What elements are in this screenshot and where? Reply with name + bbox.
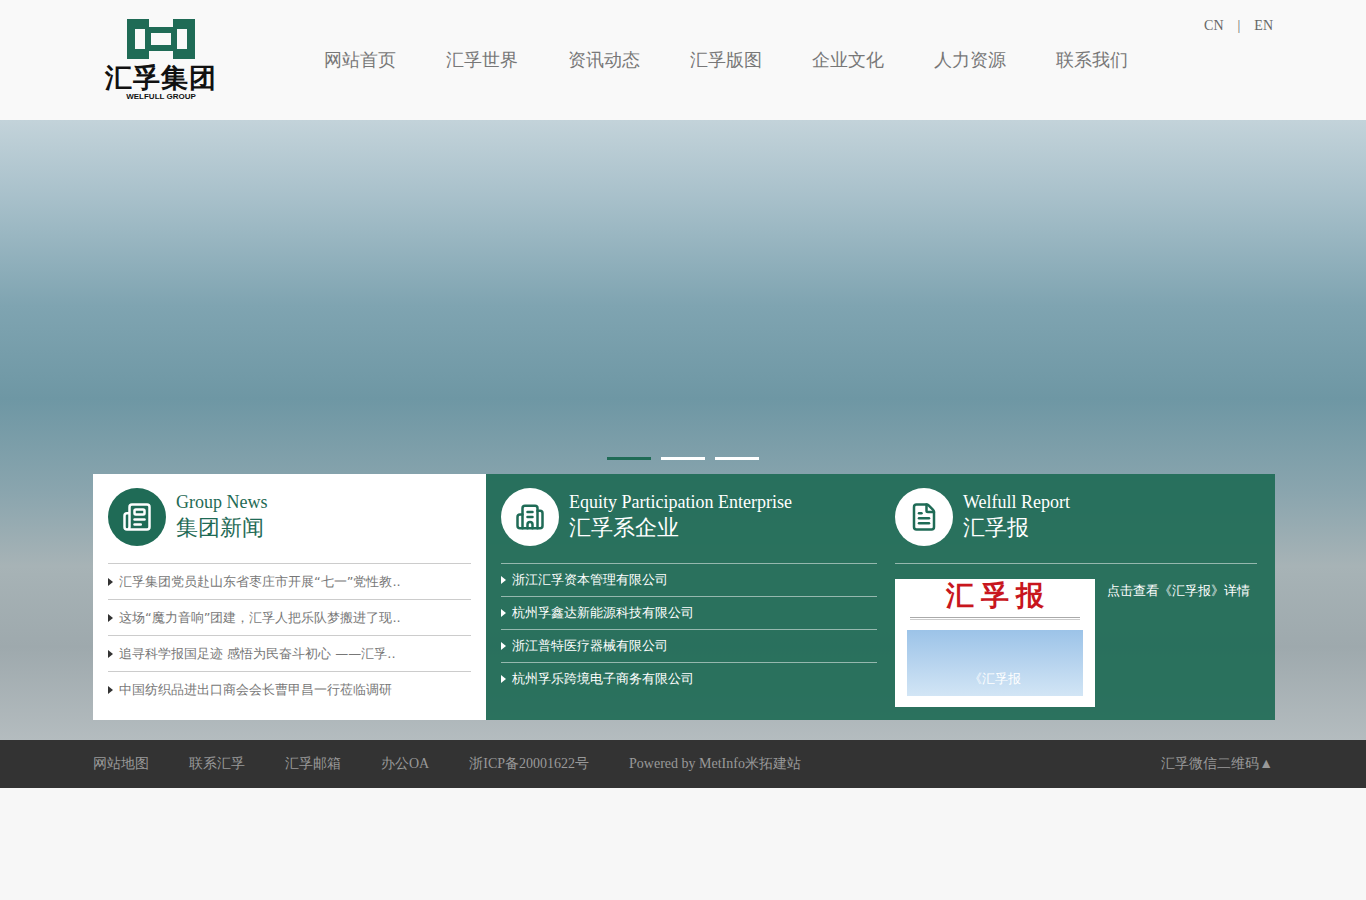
slider-dot[interactable]: [607, 457, 651, 460]
logo-icon: [127, 19, 195, 59]
panels: Group News集团新闻汇孚集团党员赴山东省枣庄市开展“七一”党性教..这场…: [93, 474, 1273, 720]
enterprise-panel: Equity Participation Enterprise汇孚系企业浙江汇孚…: [501, 488, 895, 720]
cover-masthead: 汇 孚 报: [946, 579, 1044, 613]
nav-item[interactable]: 人力资源: [934, 48, 1006, 72]
nav-item[interactable]: 资讯动态: [568, 48, 640, 72]
report-body: 汇 孚 报《汇孚报点击查看《汇孚报》详情: [895, 579, 1257, 707]
language-separator: |: [1238, 18, 1241, 34]
panel-title: Welfull Report汇孚报: [963, 492, 1070, 541]
report-cover[interactable]: 汇 孚 报《汇孚报: [895, 579, 1095, 707]
slider-dots: [93, 457, 1273, 460]
news-item[interactable]: 追寻科学报国足迹 感悟为民奋斗初心 ——汇孚..: [108, 636, 471, 672]
language-item[interactable]: EN: [1254, 18, 1273, 34]
wechat-qr-toggle[interactable]: 汇孚微信二维码▲: [1161, 755, 1273, 773]
footer-link[interactable]: 浙ICP备20001622号: [469, 755, 589, 773]
footer-link[interactable]: 联系汇孚: [189, 755, 245, 773]
panel-header: Group News集团新闻: [108, 488, 471, 564]
nav-item[interactable]: 汇孚世界: [446, 48, 518, 72]
arrow-icon: [501, 675, 506, 683]
logo-name: 汇孚集团: [105, 63, 217, 93]
news-icon: [108, 488, 166, 546]
arrow-icon: [108, 614, 113, 622]
news-panel: Group News集团新闻汇孚集团党员赴山东省枣庄市开展“七一”党性教..这场…: [93, 474, 486, 720]
cover-photo: 《汇孚报: [907, 630, 1083, 696]
language-item[interactable]: CN: [1204, 18, 1223, 34]
language-switch: CN | EN: [1204, 0, 1273, 34]
panel-header: Welfull Report汇孚报: [895, 488, 1257, 564]
document-icon: [895, 488, 953, 546]
footer-link[interactable]: 网站地图: [93, 755, 149, 773]
report-panel: Welfull Report汇孚报汇 孚 报《汇孚报点击查看《汇孚报》详情: [895, 488, 1275, 720]
news-item[interactable]: 中国纺织品进出口商会会长曹甲昌一行莅临调研: [108, 672, 471, 708]
footer-link[interactable]: Powered by MetInfo米拓建站: [629, 755, 801, 773]
arrow-icon: [501, 642, 506, 650]
arrow-icon: [108, 650, 113, 658]
teal-panels: Equity Participation Enterprise汇孚系企业浙江汇孚…: [486, 474, 1275, 720]
arrow-icon: [501, 609, 506, 617]
logo-english: WELFULL GROUP: [126, 92, 196, 101]
cover-rule: [910, 617, 1080, 620]
arrow-icon: [108, 686, 113, 694]
slider-dot[interactable]: [661, 457, 705, 460]
header: 汇孚集团WELFULL GROUP 网站首页 汇孚世界 资讯动态 汇孚版图 企业文化 人力资…: [0, 0, 1366, 120]
enterprise-item[interactable]: 杭州孚乐跨境电子商务有限公司: [501, 663, 877, 696]
panel-title: Group News集团新闻: [176, 492, 268, 541]
arrow-icon: [108, 578, 113, 586]
cover-caption: 《汇孚报: [969, 670, 1021, 688]
news-item[interactable]: 汇孚集团党员赴山东省枣庄市开展“七一”党性教..: [108, 564, 471, 600]
nav-item[interactable]: 联系我们: [1056, 48, 1128, 72]
nav-item[interactable]: 网站首页: [324, 48, 396, 72]
panel-header: Equity Participation Enterprise汇孚系企业: [501, 488, 877, 564]
slider-dot[interactable]: [715, 457, 759, 460]
main-nav: 网站首页 汇孚世界 资讯动态 汇孚版图 企业文化 人力资源 联系我们: [324, 48, 1204, 72]
report-link[interactable]: 点击查看《汇孚报》详情: [1107, 579, 1257, 707]
nav-item[interactable]: 企业文化: [812, 48, 884, 72]
enterprise-item[interactable]: 杭州孚鑫达新能源科技有限公司: [501, 597, 877, 630]
footer: 网站地图 联系汇孚 汇孚邮箱 办公OA 浙ICP备20001622号 Powered by…: [0, 740, 1366, 788]
arrow-icon: [501, 576, 506, 584]
nav-item[interactable]: 汇孚版图: [690, 48, 762, 72]
news-item[interactable]: 这场“魔力音响”团建，汇孚人把乐队梦搬进了现..: [108, 600, 471, 636]
building-icon: [501, 488, 559, 546]
news-list: 汇孚集团党员赴山东省枣庄市开展“七一”党性教..这场“魔力音响”团建，汇孚人把乐…: [108, 564, 471, 708]
footer-link[interactable]: 汇孚邮箱: [285, 755, 341, 773]
banner: Group News集团新闻汇孚集团党员赴山东省枣庄市开展“七一”党性教..这场…: [0, 120, 1366, 740]
logo[interactable]: 汇孚集团WELFULL GROUP: [103, 19, 219, 102]
enterprise-item[interactable]: 浙江普特医疗器械有限公司: [501, 630, 877, 663]
panel-title: Equity Participation Enterprise汇孚系企业: [569, 492, 792, 541]
enterprise-list: 浙江汇孚资本管理有限公司杭州孚鑫达新能源科技有限公司浙江普特医疗器械有限公司杭州…: [501, 564, 877, 696]
enterprise-item[interactable]: 浙江汇孚资本管理有限公司: [501, 564, 877, 597]
footer-link[interactable]: 办公OA: [381, 755, 429, 773]
footer-links: 网站地图 联系汇孚 汇孚邮箱 办公OA 浙ICP备20001622号 Powered by…: [93, 755, 801, 773]
